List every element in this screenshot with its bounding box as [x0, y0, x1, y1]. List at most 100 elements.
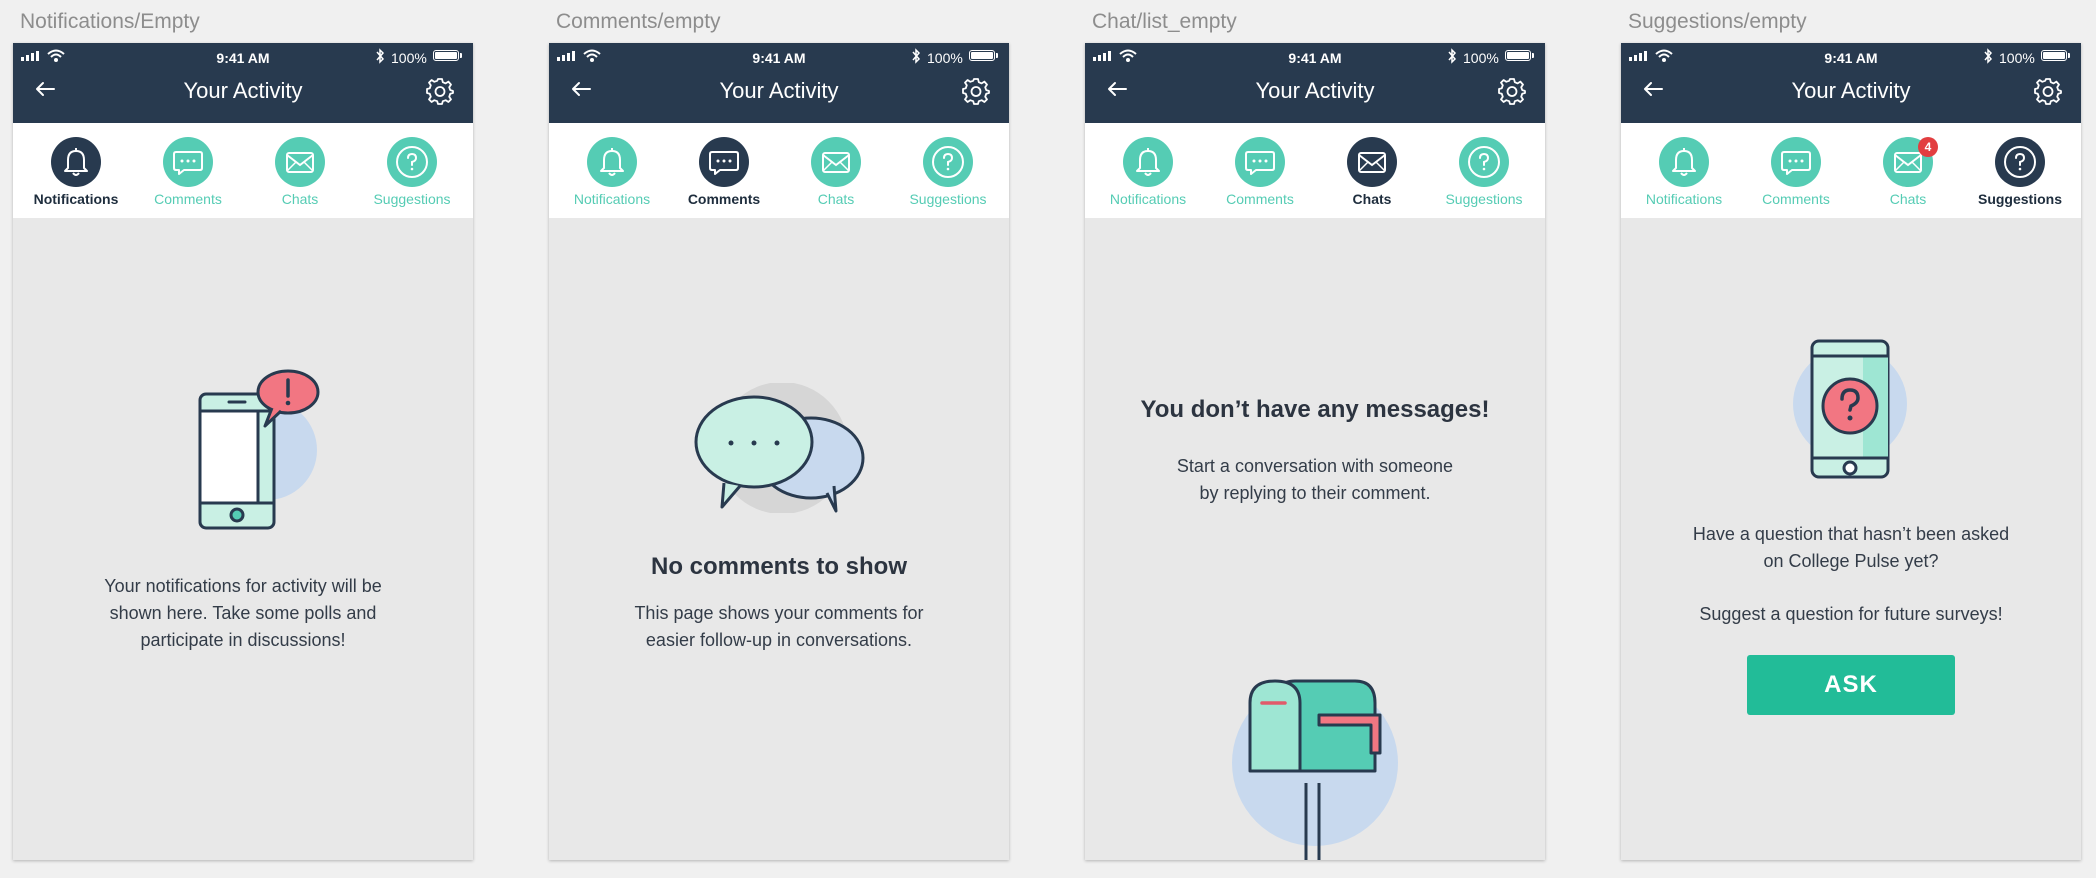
- phone-screen: 9:41 AM 100% Your Activity Notifications…: [13, 43, 473, 860]
- empty-heading: You don’t have any messages!: [1140, 396, 1490, 423]
- battery-icon: [1505, 50, 1531, 61]
- bell-icon: [600, 148, 624, 176]
- tab-label: Chats: [1889, 191, 1927, 207]
- tab-label: Notifications: [573, 191, 651, 207]
- comment-bubble-icon: [709, 151, 739, 175]
- bluetooth-icon: [1448, 48, 1457, 64]
- comment-bubble-icon: [1245, 151, 1275, 175]
- artboard-notifications-empty: Notifications/Empty 9:41 AM 100% Your Ac…: [13, 0, 473, 878]
- tab-suggestions[interactable]: Suggestions: [1428, 123, 1540, 218]
- tab-comments[interactable]: Comments: [1740, 123, 1852, 218]
- tab-chats[interactable]: Chats: [780, 123, 892, 218]
- gear-icon[interactable]: [962, 77, 990, 105]
- battery-icon: [433, 50, 459, 61]
- tab-notifications[interactable]: Notifications: [20, 123, 132, 218]
- tab-bar: Notifications Comments Chats Suggestions: [549, 123, 1009, 218]
- tab-chats[interactable]: Chats: [244, 123, 356, 218]
- phone-screen: 9:41 AM 100% Your Activity Notifications…: [1621, 43, 2081, 860]
- empty-message: Start a conversation with someone by rep…: [1176, 456, 1454, 503]
- phone-question-illustration: [1793, 339, 1907, 479]
- page-title: Your Activity: [183, 78, 303, 103]
- page-title: Your Activity: [1791, 78, 1911, 103]
- tab-chats[interactable]: 4 Chats: [1852, 123, 1964, 218]
- tab-label: Suggestions: [909, 191, 987, 207]
- gear-icon[interactable]: [426, 77, 454, 105]
- app-header: 9:41 AM 100% Your Activity: [1621, 43, 2081, 123]
- tab-label: Suggestions: [1445, 191, 1523, 207]
- tab-comments[interactable]: Comments: [1204, 123, 1316, 218]
- app-header: 9:41 AM 100% Your Activity: [549, 43, 1009, 123]
- tab-bar: Notifications Comments 4 Chats Suggestio…: [1621, 123, 2081, 218]
- tab-bar: Notifications Comments Chats Suggestions: [1085, 123, 1545, 218]
- mailbox-illustration: [1232, 679, 1398, 860]
- page-title: Your Activity: [1255, 78, 1375, 103]
- tab-notifications[interactable]: Notifications: [1092, 123, 1204, 218]
- battery-percent: 100%: [1999, 50, 2035, 66]
- artboard-title: Suggestions/empty: [1628, 10, 1807, 33]
- bell-icon: [64, 148, 88, 176]
- artboard-chat-list-empty: Chat/list_empty 9:41 AM 100% Your Activi…: [1085, 0, 1545, 878]
- tab-label: Comments: [1762, 191, 1830, 207]
- bell-icon: [1136, 148, 1160, 176]
- tab-notifications[interactable]: Notifications: [1628, 123, 1740, 218]
- tab-label: Comments: [1226, 191, 1294, 207]
- artboard-title: Chat/list_empty: [1092, 10, 1237, 33]
- battery-percent: 100%: [391, 50, 427, 66]
- tab-label: Suggestions: [373, 191, 451, 207]
- unread-badge: 4: [1918, 137, 1938, 157]
- battery-icon: [2041, 50, 2067, 61]
- question-icon: [396, 146, 428, 178]
- battery-percent: 100%: [927, 50, 963, 66]
- artboard-title: Comments/empty: [556, 10, 721, 33]
- tab-suggestions[interactable]: Suggestions: [1964, 123, 2076, 218]
- tab-notifications[interactable]: Notifications: [556, 123, 668, 218]
- phone-screen: 9:41 AM 100% Your Activity Notifications…: [1085, 43, 1545, 860]
- artboard-title: Notifications/Empty: [20, 10, 200, 33]
- empty-message: This page shows your comments for easier…: [634, 603, 924, 650]
- tab-chats[interactable]: Chats: [1316, 123, 1428, 218]
- empty-heading: No comments to show: [650, 553, 908, 580]
- tab-comments[interactable]: Comments: [132, 123, 244, 218]
- tab-label: Notifications: [1645, 191, 1723, 207]
- tab-suggestions[interactable]: Suggestions: [356, 123, 468, 218]
- tab-bar: Notifications Comments Chats Suggestions: [13, 123, 473, 218]
- ask-button[interactable]: ASK: [1747, 655, 1955, 715]
- bluetooth-icon: [912, 48, 921, 64]
- status-bar: 9:41 AM 100%: [1085, 43, 1545, 71]
- bluetooth-icon: [376, 48, 385, 64]
- tab-label: Notifications: [33, 191, 119, 207]
- phone-screen: 9:41 AM 100% Your Activity Notifications…: [549, 43, 1009, 860]
- artboard-comments-empty: Comments/empty 9:41 AM 100% Your Activit…: [549, 0, 1009, 878]
- bell-icon: [1672, 148, 1696, 176]
- comment-bubble-icon: [173, 151, 203, 175]
- tab-label: Comments: [687, 191, 761, 207]
- speech-bubbles-illustration: [694, 383, 865, 513]
- empty-message: Your notifications for activity will be …: [104, 576, 382, 650]
- question-icon: [2004, 146, 2036, 178]
- empty-message: Have a question that hasn’t been asked o…: [1692, 524, 2010, 571]
- gear-icon[interactable]: [2034, 77, 2062, 105]
- envelope-icon: [822, 152, 850, 173]
- battery-percent: 100%: [1463, 50, 1499, 66]
- status-bar: 9:41 AM 100%: [1621, 43, 2081, 71]
- battery-icon: [969, 50, 995, 61]
- app-header: 9:41 AM 100% Your Activity: [1085, 43, 1545, 123]
- envelope-icon: [1358, 152, 1386, 173]
- tab-comments[interactable]: Comments: [668, 123, 780, 218]
- artboard-suggestions-empty: Suggestions/empty 9:41 AM 100% Your Acti…: [1621, 0, 2081, 878]
- status-bar: 9:41 AM 100%: [13, 43, 473, 71]
- app-header: 9:41 AM 100% Your Activity: [13, 43, 473, 123]
- question-icon: [932, 146, 964, 178]
- tab-label: Chats: [817, 191, 855, 207]
- bluetooth-icon: [1984, 48, 1993, 64]
- status-bar: 9:41 AM 100%: [549, 43, 1009, 71]
- tab-suggestions[interactable]: Suggestions: [892, 123, 1004, 218]
- tab-label: Comments: [154, 191, 222, 207]
- tab-label: Notifications: [1109, 191, 1187, 207]
- tab-label: Suggestions: [1977, 191, 2062, 207]
- page-title: Your Activity: [719, 78, 839, 103]
- tab-label: Chats: [1352, 191, 1392, 207]
- envelope-icon: [286, 152, 314, 173]
- gear-icon[interactable]: [1498, 77, 1526, 105]
- phone-alert-illustration: [198, 369, 320, 530]
